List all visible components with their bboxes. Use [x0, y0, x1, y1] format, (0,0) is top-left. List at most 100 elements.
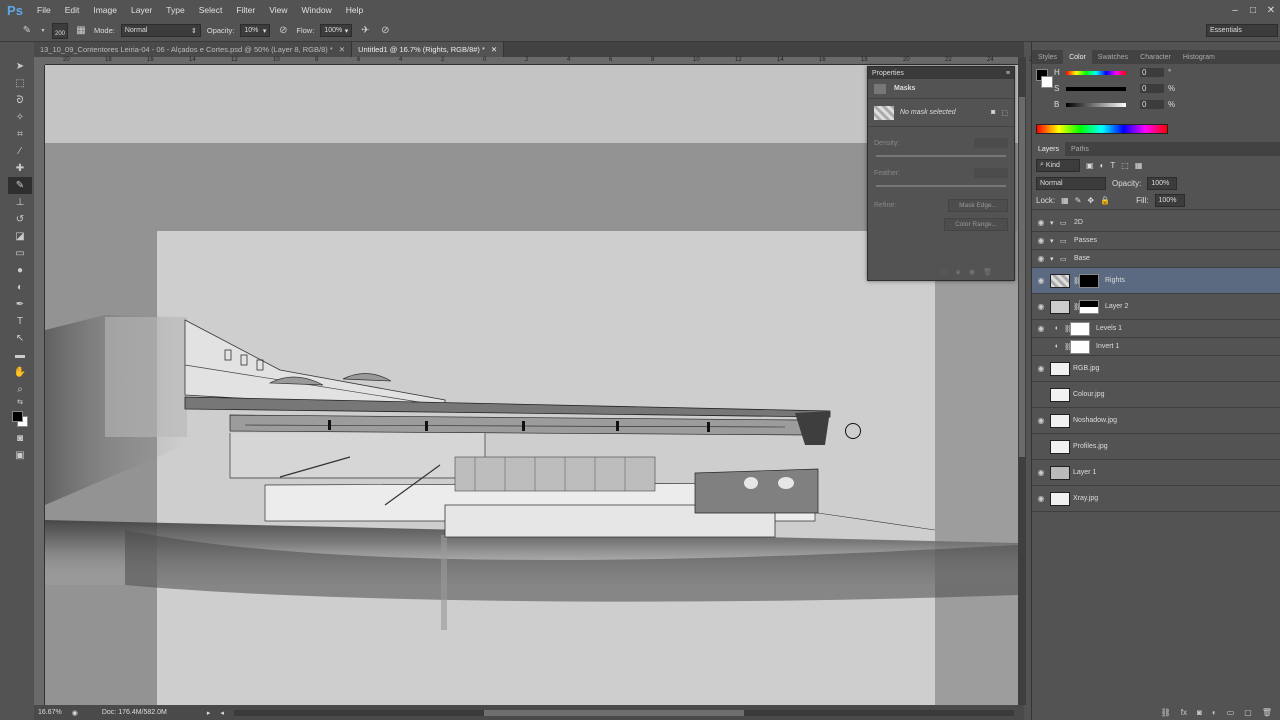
filter-smart-icon[interactable]: ▦	[1135, 161, 1143, 170]
close-icon[interactable]: ✕	[1262, 5, 1280, 16]
new-group-icon[interactable]: ▭	[1227, 708, 1235, 717]
quick-select-tool-icon[interactable]: ✧	[8, 109, 32, 126]
tab-character[interactable]: Character	[1134, 50, 1177, 64]
tab-paths[interactable]: Paths	[1065, 142, 1095, 156]
link-layers-icon[interactable]: ⛓	[1161, 708, 1171, 717]
eye-icon[interactable]: ◉	[1032, 236, 1050, 245]
path-select-icon[interactable]: ↖	[8, 330, 32, 347]
menu-type[interactable]: Type	[159, 5, 191, 15]
mode-select[interactable]: Normal ⇕	[120, 24, 201, 37]
channel-h-value[interactable]: 0	[1140, 68, 1164, 77]
horizontal-scrollbar[interactable]	[233, 709, 1014, 716]
trash-icon[interactable]: 🗑	[1262, 708, 1272, 717]
scroll-thumb[interactable]	[1019, 97, 1025, 457]
blur-tool-icon[interactable]: ●	[8, 262, 32, 279]
menu-view[interactable]: View	[262, 5, 294, 15]
layer-row[interactable]: ◉ RGB.jpg	[1032, 356, 1280, 382]
layer-row[interactable]: ◉ ⛓ Rights	[1032, 268, 1280, 294]
gradient-tool-icon[interactable]: ▭	[8, 245, 32, 262]
load-selection-icon[interactable]: ⬚	[941, 268, 948, 276]
layer-row[interactable]: ◉ Layer 1	[1032, 460, 1280, 486]
color-range-button[interactable]: Color Range...	[944, 217, 1008, 231]
layer-name[interactable]: Invert 1	[1096, 343, 1119, 350]
brush-size-preset[interactable]: 200	[52, 22, 68, 39]
fill-field[interactable]: 100%	[1154, 194, 1185, 207]
layer-name[interactable]: 2D	[1074, 219, 1083, 226]
minimize-icon[interactable]: –	[1226, 5, 1244, 16]
menu-edit[interactable]: Edit	[58, 5, 87, 15]
shape-tool-icon[interactable]: ▬	[8, 347, 32, 364]
layer-row[interactable]: ◉ ◐ ⛓ Levels 1	[1032, 320, 1280, 338]
menu-window[interactable]: Window	[294, 5, 338, 15]
layer-row[interactable]: ◉ Xray.jpg	[1032, 486, 1280, 512]
feather-field[interactable]	[974, 168, 1008, 178]
layer-name[interactable]: Passes	[1074, 237, 1097, 244]
layer-row[interactable]: ◉ ▾ ▭ Passes	[1032, 232, 1280, 250]
layer-name[interactable]: Colour.jpg	[1073, 391, 1105, 398]
crop-tool-icon[interactable]: ⌗	[8, 126, 32, 143]
status-info-icon[interactable]: ◉	[72, 709, 78, 717]
layer-row[interactable]: ◉ Noshadow.jpg	[1032, 408, 1280, 434]
apply-mask-icon[interactable]: ◈	[956, 268, 961, 276]
zoom-tool-icon[interactable]: ⌕	[8, 381, 32, 398]
eye-icon[interactable]: ◉	[1032, 254, 1050, 263]
filter-pixel-icon[interactable]: ▣	[1086, 161, 1094, 170]
filter-shape-icon[interactable]: ⬚	[1121, 161, 1129, 170]
tab-swatches[interactable]: Swatches	[1092, 50, 1134, 64]
expand-arrow-icon[interactable]: ▾	[1050, 237, 1060, 245]
eye-icon[interactable]: ◉	[1032, 276, 1050, 285]
blend-mode-select[interactable]: Normal	[1036, 176, 1106, 190]
zoom-level[interactable]: 16.67%	[38, 709, 62, 716]
layer-row[interactable]: ◉ ⛓ Layer 2	[1032, 294, 1280, 320]
workspace-select[interactable]: Essentials	[1206, 24, 1278, 37]
filter-type-icon[interactable]: T	[1110, 161, 1115, 170]
channel-s-value[interactable]: 0	[1140, 84, 1164, 93]
pressure-opacity-icon[interactable]: ⊘	[276, 24, 290, 38]
chevron-down-icon[interactable]: ▾	[40, 24, 46, 38]
layer-name[interactable]: Rights	[1105, 277, 1125, 284]
layer-name[interactable]: Layer 1	[1073, 469, 1096, 476]
expand-arrow-icon[interactable]: ▾	[1050, 219, 1060, 227]
layer-opacity-field[interactable]: 100%	[1147, 176, 1178, 190]
menu-filter[interactable]: Filter	[229, 5, 262, 15]
flow-field[interactable]: 100% ▾	[320, 24, 353, 37]
layer-name[interactable]: RGB.jpg	[1073, 365, 1099, 372]
color-spectrum-bar[interactable]	[1036, 124, 1168, 134]
screen-mode-icon[interactable]: ▣	[8, 447, 32, 464]
status-menu-icon[interactable]: ▸	[207, 709, 211, 717]
brightness-slider[interactable]	[1066, 102, 1126, 107]
bg-color-swatch[interactable]	[1041, 76, 1053, 88]
layer-mask-thumbnail[interactable]	[1070, 321, 1090, 336]
layer-mask-thumbnail[interactable]	[1079, 273, 1099, 288]
healing-tool-icon[interactable]: ✚	[8, 160, 32, 177]
density-field[interactable]	[974, 138, 1008, 148]
layer-name[interactable]: Noshadow.jpg	[1073, 417, 1117, 424]
density-slider[interactable]	[876, 155, 1006, 157]
tab-styles[interactable]: Styles	[1032, 50, 1063, 64]
pressure-size-icon[interactable]: ⊘	[378, 24, 392, 38]
eye-icon[interactable]: ◉	[1032, 416, 1050, 425]
dodge-tool-icon[interactable]: ◐	[8, 279, 32, 296]
eye-icon[interactable]: ◉	[1032, 364, 1050, 373]
layer-mask-thumbnail[interactable]	[1079, 299, 1099, 314]
layer-row[interactable]: ◐ ⛓ Invert 1	[1032, 338, 1280, 356]
pen-tool-icon[interactable]: ✒	[8, 296, 32, 313]
saturation-slider[interactable]	[1066, 86, 1126, 91]
layer-name[interactable]: Profiles.jpg	[1073, 443, 1108, 450]
layer-name[interactable]: Base	[1074, 255, 1090, 262]
move-tool-icon[interactable]: ➤	[8, 58, 32, 75]
tab-layers[interactable]: Layers	[1032, 142, 1066, 156]
foreground-color-swatch[interactable]	[8, 408, 32, 430]
menu-file[interactable]: File	[30, 5, 58, 15]
quick-mask-icon[interactable]: ◙	[8, 430, 32, 447]
adjustment-layer-icon[interactable]: ◐	[1212, 708, 1217, 717]
layer-row[interactable]: Colour.jpg	[1032, 382, 1280, 408]
restore-icon[interactable]: □	[1244, 5, 1262, 16]
lasso-tool-icon[interactable]: ᘐ	[8, 92, 32, 109]
toggle-mask-icon[interactable]: ◉	[969, 268, 975, 276]
lock-pixels-icon[interactable]: ✎	[1075, 196, 1082, 205]
vector-mask-icon[interactable]: ⬚	[1001, 109, 1008, 117]
type-tool-icon[interactable]: T	[8, 313, 32, 330]
layer-mask-thumbnail[interactable]	[1070, 339, 1090, 354]
opacity-field[interactable]: 10% ▾	[240, 24, 271, 37]
